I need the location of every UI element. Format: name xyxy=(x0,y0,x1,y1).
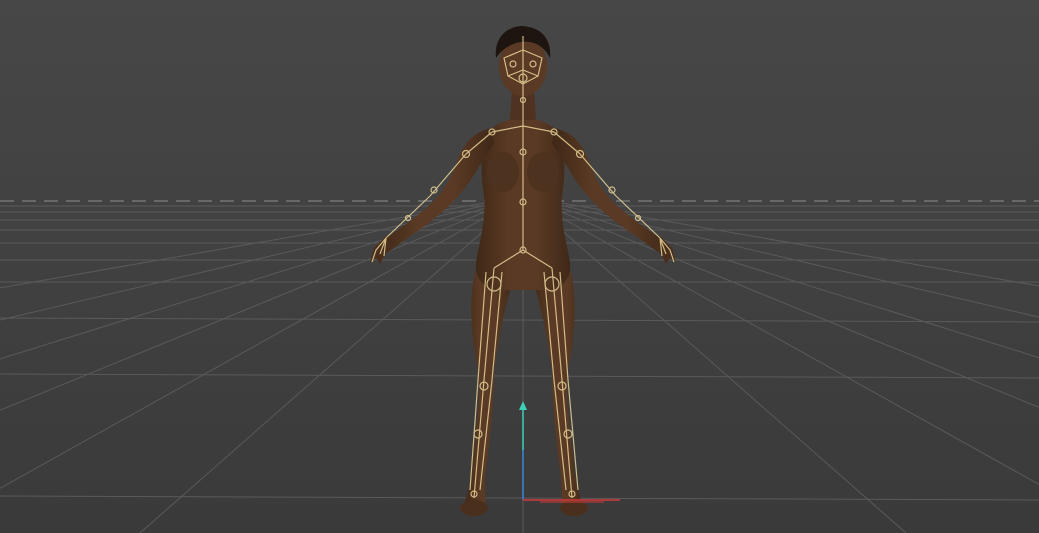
chest-left xyxy=(487,152,519,192)
3d-viewport[interactable] xyxy=(0,0,1039,533)
chest-right xyxy=(527,152,559,192)
viewport-scene[interactable] xyxy=(0,0,1039,533)
left-foot xyxy=(460,500,488,516)
